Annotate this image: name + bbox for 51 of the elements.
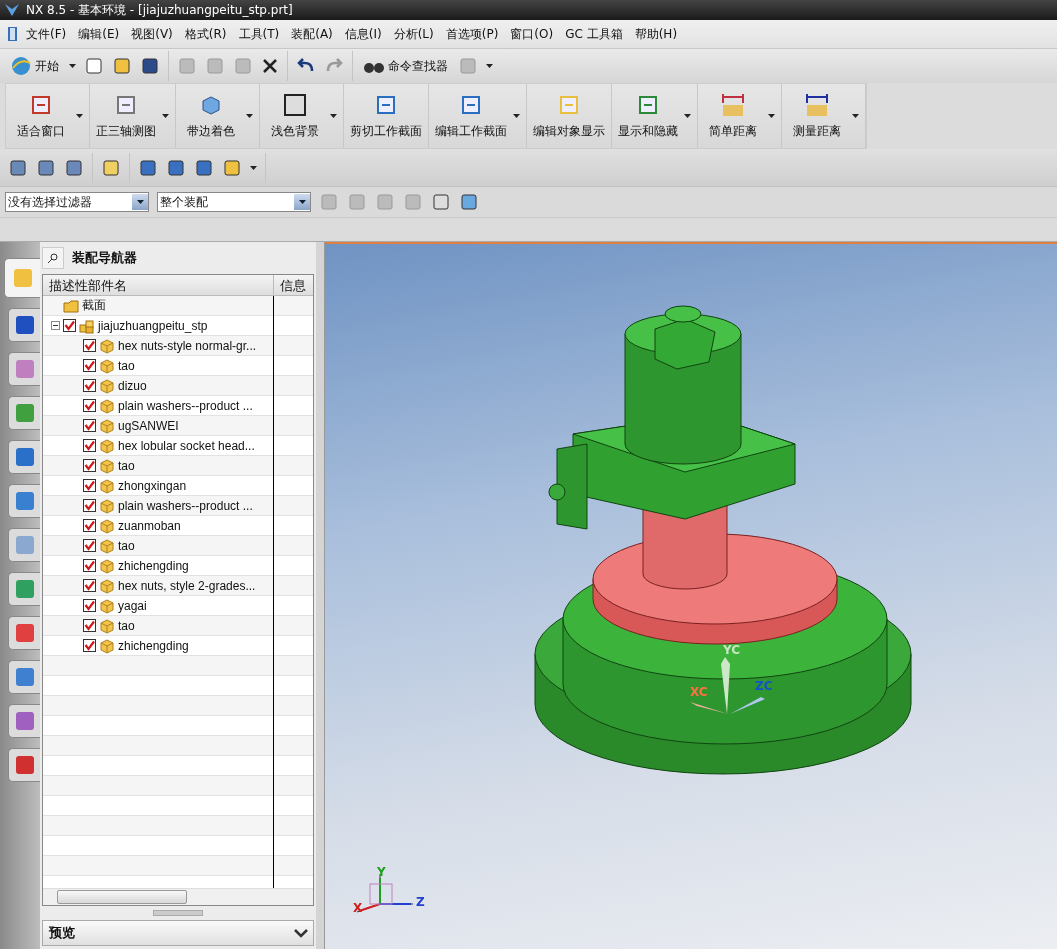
window-title: NX 8.5 - 基本环境 - [jiajuzhuangpeitu_stp.prt]: [26, 1, 293, 19]
tree-item-label[interactable]: plain washers--product ...: [118, 398, 253, 413]
tree-item-label[interactable]: zuanmoban: [118, 518, 181, 533]
toolbar-button[interactable]: 简单距离: [698, 88, 768, 144]
menu-item[interactable]: 工具(T): [232, 23, 286, 45]
column-header[interactable]: 信息: [274, 275, 312, 295]
toolbar-button[interactable]: 编辑对象显示: [527, 88, 611, 144]
command-finder-button[interactable]: 命令查找器: [361, 55, 450, 77]
selection-filter-dropdown[interactable]: 没有选择过滤器: [5, 192, 149, 212]
tree-item-label[interactable]: zhongxingan: [118, 478, 187, 493]
selection-scope-dropdown[interactable]: 整个装配: [157, 192, 311, 212]
toolbar-button[interactable]: 编辑工作截面: [429, 88, 513, 144]
menu-item[interactable]: 首选项(P): [439, 23, 505, 45]
menu-item[interactable]: 帮助(H): [628, 23, 684, 45]
menu-item[interactable]: 信息(I): [338, 23, 388, 45]
panel-title: 装配导航器: [72, 249, 137, 267]
tree-item-label[interactable]: hex lobular socket head...: [118, 438, 255, 453]
tree-item-label[interactable]: dizuo: [118, 378, 147, 393]
toolbar-button[interactable]: 正三轴测图: [90, 88, 162, 144]
menu-item[interactable]: 装配(A): [285, 23, 339, 45]
axis-label: Z: [416, 895, 425, 909]
toolbar-button[interactable]: 剪切工作截面: [344, 88, 428, 144]
toolbar-button[interactable]: 显示和隐藏: [612, 88, 684, 144]
menu-item[interactable]: 视图(V): [125, 23, 179, 45]
tree-item-label[interactable]: yagai: [118, 598, 147, 613]
tree-item-label[interactable]: zhichengding: [118, 638, 189, 653]
axis-label: Y: [377, 865, 386, 879]
tree-item-label[interactable]: zhichengding: [118, 558, 189, 573]
toolbar-button[interactable]: 带边着色: [176, 88, 246, 144]
start-button[interactable]: 开始: [8, 53, 61, 79]
tree-item-label[interactable]: jiajuzhuangpeitu_stp: [98, 318, 208, 333]
toolbar-button[interactable]: 适合窗口: [6, 88, 76, 144]
menu-item[interactable]: 格式(R): [178, 23, 233, 45]
tree-item-label[interactable]: 截面: [82, 297, 106, 314]
tree-item-label[interactable]: ugSANWEI: [118, 418, 179, 433]
toolbar-button[interactable]: 测量距离: [782, 88, 852, 144]
menu-item[interactable]: 分析(L): [387, 23, 440, 45]
tree-item-label[interactable]: tao: [118, 538, 135, 553]
menu-item[interactable]: 文件(F): [20, 23, 73, 45]
menu-item[interactable]: GC 工具箱: [559, 23, 629, 45]
menu-item[interactable]: 窗口(O): [504, 23, 560, 45]
toolbar-button[interactable]: 浅色背景: [260, 88, 330, 144]
tree-item-label[interactable]: tao: [118, 618, 135, 633]
preview-header[interactable]: 预览: [42, 920, 314, 946]
axis-label: YC: [723, 643, 741, 657]
axis-label: ZC: [755, 679, 773, 693]
menu-item[interactable]: 编辑(E): [72, 23, 126, 45]
tree-item-label[interactable]: tao: [118, 358, 135, 373]
column-header[interactable]: 描述性部件名: [43, 275, 274, 295]
axis-label: XC: [690, 685, 708, 699]
tree-item-label[interactable]: tao: [118, 458, 135, 473]
